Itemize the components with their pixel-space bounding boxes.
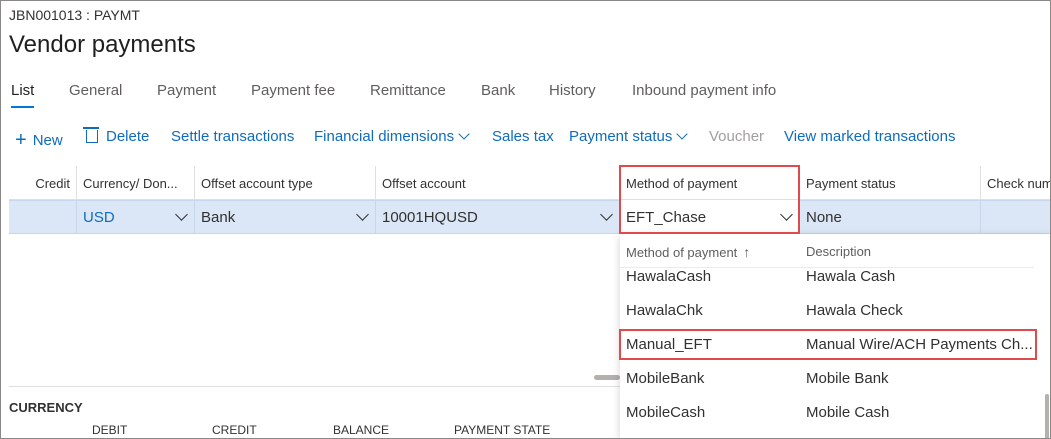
new-button[interactable]: + New [15,128,63,151]
column-header-method-of-payment[interactable]: Method of payment [620,166,800,200]
tab-inbound-payment-info[interactable]: Inbound payment info [632,82,776,99]
offset-account-type-select[interactable]: Bank [195,200,376,234]
column-header-offset-account-type[interactable]: Offset account type [195,166,376,200]
settle-transactions-button[interactable]: Settle transactions [171,128,294,145]
delete-button[interactable]: Delete [83,127,149,145]
tab-general[interactable]: General [69,82,122,99]
tab-bank[interactable]: Bank [481,82,515,99]
lookup-header-description[interactable]: Description [806,244,871,259]
method-of-payment-select[interactable]: EFT_Chase [620,200,800,234]
tab-remittance[interactable]: Remittance [370,82,446,99]
financial-dimensions-menu[interactable]: Financial dimensions [314,128,470,145]
plus-icon: + [15,129,27,151]
lookup-item-hawalachk[interactable]: HawalaChk Hawala Check [620,294,1034,328]
tab-history[interactable]: History [549,82,596,99]
lookup-item-mobilecash[interactable]: MobileCash Mobile Cash [620,396,1034,430]
summary-column-payment-state: PAYMENT STATE [454,423,551,437]
summary-column-credit: CREDIT [212,423,257,437]
chevron-down-icon[interactable] [600,208,613,221]
lookup-scrollbar[interactable] [1045,394,1049,439]
chevron-down-icon[interactable] [780,208,793,221]
sort-ascending-icon: ↑ [743,244,751,260]
grid-bottom-divider [9,386,620,387]
horizontal-scrollbar[interactable] [594,375,620,380]
lookup-item-hawalacash[interactable]: HawalaCash Hawala Cash [620,260,1034,294]
column-header-offset-account[interactable]: Offset account [376,166,620,200]
chevron-down-icon [458,128,470,140]
method-of-payment-lookup: Method of payment ↑ Description HawalaCas… [620,234,1051,439]
payment-status-cell[interactable]: None [800,200,981,234]
chevron-down-icon[interactable] [356,208,369,221]
action-bar: + New Delete Settle transactions Financia… [0,127,1051,151]
column-header-check-number[interactable]: Check num [981,166,1051,200]
summary-column-debit: DEBIT [92,423,128,437]
company-breadcrumb: JBN001013 : PAYMT [9,7,140,23]
lookup-item-manual-eft[interactable]: Manual_EFT Manual Wire/ACH Payments Ch..… [620,328,1034,362]
tab-bar: List General Payment Payment fee Remitta… [0,82,1051,110]
view-marked-transactions-button[interactable]: View marked transactions [784,128,955,145]
sales-tax-button[interactable]: Sales tax [492,128,554,145]
check-number-cell[interactable] [981,200,1051,234]
payment-status-menu[interactable]: Payment status [569,128,689,145]
column-header-currency[interactable]: Currency/ Don... [77,166,195,200]
voucher-button[interactable]: Voucher [709,128,764,145]
lookup-item-mobilebank[interactable]: MobileBank Mobile Bank [620,362,1034,396]
summary-currency-title: CURRENCY [9,400,83,415]
offset-account-select[interactable]: 10001HQUSD [376,200,620,234]
tab-list[interactable]: List [11,82,35,108]
page-title: Vendor payments [9,31,196,58]
tab-payment-fee[interactable]: Payment fee [251,82,335,99]
column-header-payment-status[interactable]: Payment status [800,166,981,200]
chevron-down-icon [676,128,689,140]
column-header-credit[interactable]: Credit [9,166,77,200]
cell-credit[interactable] [9,200,77,234]
chevron-down-icon[interactable] [175,208,188,221]
tab-payment[interactable]: Payment [157,82,216,99]
trash-icon [83,127,99,143]
summary-column-balance: BALANCE [333,423,390,437]
lookup-header-method[interactable]: Method of payment ↑ [626,244,750,260]
currency-select[interactable]: USD [77,200,195,234]
